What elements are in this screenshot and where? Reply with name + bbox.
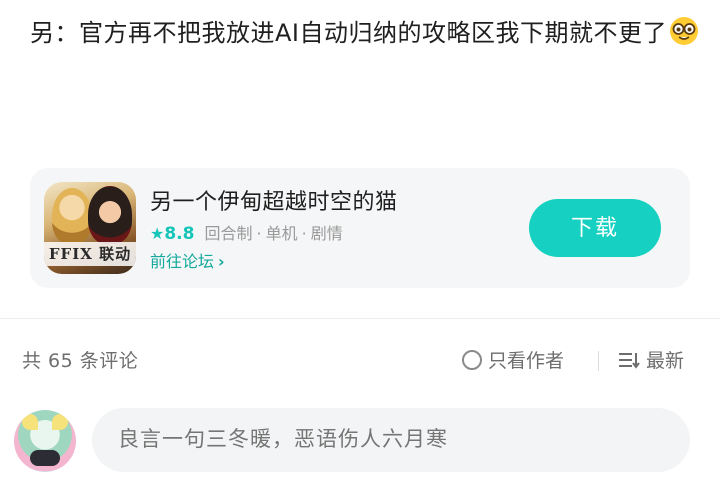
author-only-label: 只看作者 [488, 350, 565, 372]
game-rating: 8.8 [164, 224, 195, 244]
forum-link[interactable]: 前往论坛 › [150, 248, 225, 272]
divider [0, 318, 720, 319]
post-body: 另：官方再不把我放进AI自动归纳的攻略区我下期就不更了 [30, 8, 700, 58]
comment-input[interactable] [92, 408, 690, 472]
comment-count: 共 65 条评论 [22, 350, 139, 372]
forum-link-label: 前往论坛 [150, 252, 215, 271]
sort-latest-button[interactable]: 最新 [618, 346, 684, 373]
game-tag: 剧情 [310, 224, 343, 243]
sort-icon [618, 351, 640, 369]
author-only-toggle[interactable]: 只看作者 [462, 346, 564, 373]
game-tag: 回合制 [204, 224, 253, 243]
avatar[interactable] [14, 410, 76, 472]
star-icon: ★ [150, 224, 165, 243]
post-text: 另：官方再不把我放进AI自动归纳的攻略区我下期就不更了 [30, 19, 667, 47]
game-meta: ★8.8 回合制 · 单机 · 剧情 [150, 224, 343, 244]
chevron-right-icon: › [218, 252, 225, 271]
game-title[interactable]: 另一个伊甸超越时空的猫 [150, 184, 398, 216]
download-button[interactable]: 下载 [529, 199, 661, 257]
vertical-divider [598, 351, 599, 371]
game-icon-badge: FFIX 联动 [44, 242, 136, 266]
sort-latest-label: 最新 [646, 350, 685, 372]
game-tag: 单机 [265, 224, 298, 243]
radio-icon [462, 350, 482, 370]
nerd-face-emoji-icon [669, 13, 699, 45]
game-icon[interactable]: FFIX 联动 [44, 182, 136, 274]
game-card[interactable]: FFIX 联动 另一个伊甸超越时空的猫 ★8.8 回合制 · 单机 · 剧情 前往论坛 › … [30, 168, 690, 288]
